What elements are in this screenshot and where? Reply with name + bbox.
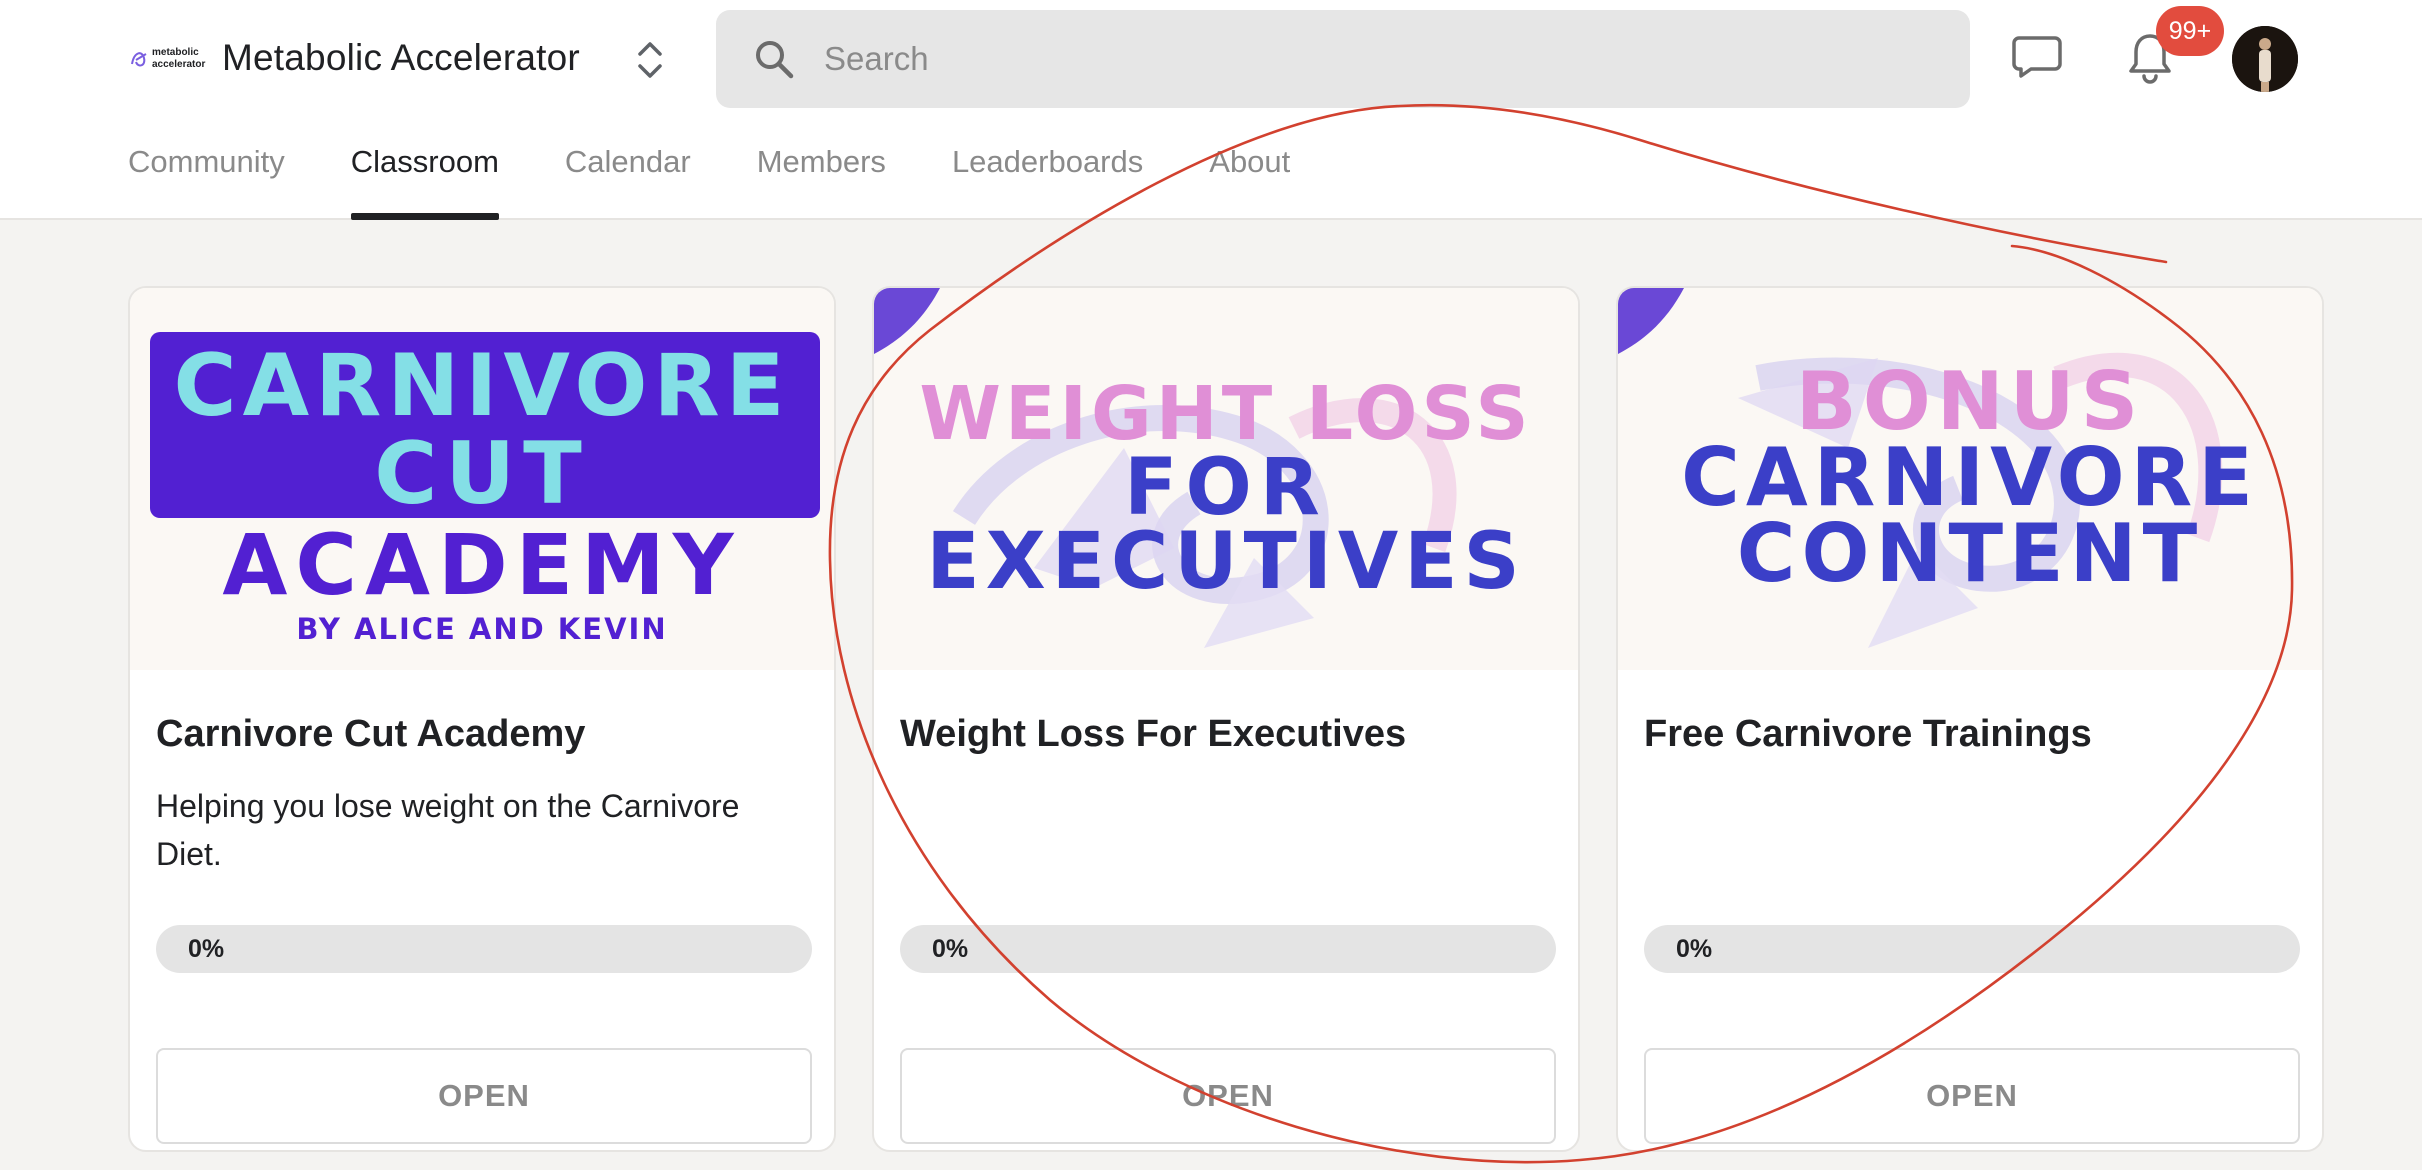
course-description: Helping you lose weight on the Carnivore…	[156, 788, 740, 872]
poster-line: CUT	[374, 424, 590, 524]
course-cover-image[interactable]: CARNIVORE CUT ACADEMY BY ALICE AND KEVIN	[130, 288, 834, 670]
search-icon	[756, 41, 794, 79]
course-description	[1644, 782, 2296, 878]
search-bar[interactable]	[716, 10, 1970, 108]
course-card-body: Weight Loss For Executives 0% OPEN	[874, 670, 1578, 1150]
svg-text:metabolic: metabolic	[152, 47, 199, 58]
brand-logo: metabolic accelerator	[128, 36, 206, 80]
chevron-up-down-icon	[638, 42, 662, 78]
course-progress-bar: 0%	[900, 925, 1556, 973]
course-card-body: Free Carnivore Trainings 0% OPEN	[1618, 670, 2322, 1150]
progress-label: 0%	[932, 934, 969, 963]
course-title[interactable]: Carnivore Cut Academy	[156, 710, 808, 758]
tab-leaderboards[interactable]: Leaderboards	[952, 138, 1143, 220]
course-card: CARNIVORE CUT ACADEMY BY ALICE AND KEVIN…	[128, 286, 836, 1152]
chat-icon	[2012, 36, 2062, 78]
poster-line: CONTENT	[1736, 507, 2204, 600]
poster-line: FOR	[1124, 443, 1328, 533]
poster-line: BY ALICE AND KEVIN	[296, 612, 668, 646]
corner-accent	[874, 288, 940, 354]
course-grid: CARNIVORE CUT ACADEMY BY ALICE AND KEVIN…	[128, 286, 2328, 1170]
community-name: Metabolic Accelerator	[222, 37, 580, 78]
tab-classroom[interactable]: Classroom	[350, 138, 500, 220]
search-input[interactable]	[824, 40, 1924, 78]
course-cover-image[interactable]: WEIGHT LOSS FOR EXECUTIVES	[874, 288, 1578, 670]
course-card: BONUS CARNIVORE CONTENT Free Carnivore T…	[1616, 286, 2324, 1152]
course-title[interactable]: Free Carnivore Trainings	[1644, 710, 2296, 758]
course-progress-bar: 0%	[156, 925, 812, 973]
poster-line: ACADEMY	[222, 516, 742, 614]
tab-about[interactable]: About	[1209, 138, 1290, 220]
svg-text:accelerator: accelerator	[152, 59, 205, 70]
progress-label: 0%	[188, 934, 225, 963]
course-title[interactable]: Weight Loss For Executives	[900, 710, 1552, 758]
progress-label: 0%	[1676, 934, 1713, 963]
nav-tabs: Community Classroom Calendar Members Lea…	[128, 138, 1356, 220]
top-header: metabolic accelerator Metabolic Accelera…	[0, 0, 2422, 220]
open-course-button[interactable]: OPEN	[156, 1048, 812, 1144]
community-switcher-button[interactable]	[630, 34, 670, 86]
brand[interactable]: metabolic accelerator Metabolic Accelera…	[128, 28, 580, 88]
course-card: WEIGHT LOSS FOR EXECUTIVES Weight Loss F…	[872, 286, 1580, 1152]
poster-line: WEIGHT LOSS	[919, 371, 1533, 457]
notification-count-badge: 99+	[2156, 6, 2224, 56]
open-course-button[interactable]: OPEN	[1644, 1048, 2300, 1144]
chat-button[interactable]	[2010, 30, 2064, 84]
open-course-button[interactable]: OPEN	[900, 1048, 1556, 1144]
course-progress-bar: 0%	[1644, 925, 2300, 973]
avatar[interactable]	[2232, 26, 2298, 92]
tab-calendar[interactable]: Calendar	[565, 138, 691, 220]
tab-members[interactable]: Members	[757, 138, 886, 220]
corner-accent	[1618, 288, 1684, 354]
course-card-body: Carnivore Cut Academy Helping you lose w…	[130, 670, 834, 1150]
poster-line: CARNIVORE	[1681, 431, 2259, 524]
course-description	[900, 782, 1552, 878]
poster-line: CARNIVORE	[173, 336, 791, 436]
tab-community[interactable]: Community	[128, 138, 285, 220]
course-cover-image[interactable]: BONUS CARNIVORE CONTENT	[1618, 288, 2322, 670]
poster-line: EXECUTIVES	[926, 517, 1526, 607]
